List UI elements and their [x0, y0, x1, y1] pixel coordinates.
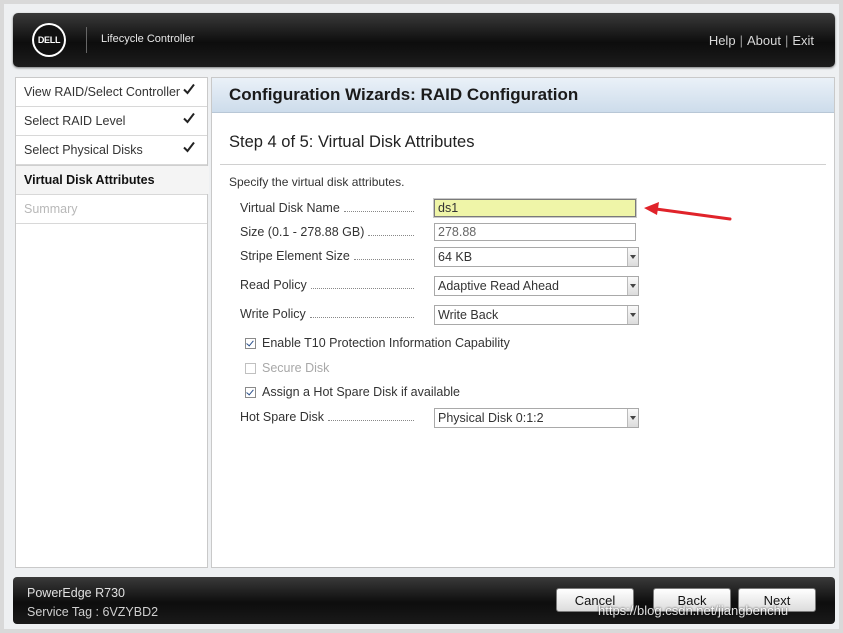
select-value: Physical Disk 0:1:2 [438, 411, 544, 425]
nav-item-select-physical-disks[interactable]: Select Physical Disks [16, 136, 207, 165]
t10-checkbox[interactable] [245, 337, 256, 349]
hot-spare-checkbox-label: Assign a Hot Spare Disk if available [262, 385, 461, 399]
help-link[interactable]: Help [709, 33, 736, 48]
select-value: 64 KB [438, 250, 473, 264]
annotation-arrow-icon [644, 202, 732, 221]
write-policy-select[interactable]: Write Back [434, 305, 639, 325]
hot-spare-checkbox[interactable] [245, 386, 256, 398]
checkmark-icon [183, 141, 195, 153]
stripe-element-size-select[interactable]: 64 KB [434, 247, 639, 267]
checkmark-icon [183, 83, 195, 95]
step-divider [220, 164, 826, 165]
nav-item-select-raid-level[interactable]: Select RAID Level [16, 107, 207, 136]
row-write-policy: Write Policy Write Back [240, 305, 840, 325]
size-label: Size (0.1 - 278.88 GB) [240, 225, 418, 239]
dropdown-arrow-icon[interactable] [627, 277, 638, 295]
step-title: Step 4 of 5: Virtual Disk Attributes [229, 133, 475, 151]
wizard-step-nav: View RAID/Select Controller Select RAID … [15, 77, 209, 568]
checkbox-row-t10: Enable T10 Protection Information Capabi… [245, 336, 510, 350]
row-stripe-element-size: Stripe Element Size 64 KB [240, 247, 840, 267]
server-model: PowerEdge R730 [27, 586, 125, 600]
header-divider [86, 27, 87, 53]
t10-checkbox-label: Enable T10 Protection Information Capabi… [262, 336, 510, 350]
link-separator: | [784, 33, 789, 48]
service-tag: Service Tag : 6VZYBD2 [27, 605, 159, 619]
virtual-disk-name-input[interactable] [433, 198, 637, 218]
checkbox-row-hot-spare: Assign a Hot Spare Disk if available [245, 385, 460, 399]
nav-item-view-raid[interactable]: View RAID/Select Controller [16, 78, 207, 107]
row-virtual-disk-name: Virtual Disk Name [240, 198, 840, 219]
app-header: DELL Lifecycle Controller Help | About | Exi… [13, 13, 835, 67]
exit-link[interactable]: Exit [792, 33, 814, 48]
read-policy-label: Read Policy [240, 278, 418, 292]
virtual-disk-name-label: Virtual Disk Name [240, 201, 418, 215]
secure-disk-checkbox [245, 362, 256, 374]
nav-item-virtual-disk-attributes[interactable]: Virtual Disk Attributes [16, 165, 209, 195]
secure-disk-label: Secure Disk [262, 361, 330, 375]
write-policy-label: Write Policy [240, 307, 418, 321]
dropdown-arrow-icon[interactable] [627, 248, 638, 266]
nav-item-summary: Summary [16, 195, 207, 224]
dropdown-arrow-icon[interactable] [627, 306, 638, 324]
size-input[interactable] [434, 223, 636, 241]
stripe-element-size-label: Stripe Element Size [240, 249, 418, 263]
checkbox-row-secure: Secure Disk [245, 361, 329, 375]
about-link[interactable]: About [747, 33, 781, 48]
select-value: Write Back [438, 308, 499, 322]
nav-item-label: Select Physical Disks [24, 143, 143, 157]
nav-item-label: Virtual Disk Attributes [24, 173, 155, 187]
watermark: https://blog.csdn.net/jiangbenchu [598, 603, 789, 618]
nav-item-label: Select RAID Level [24, 114, 126, 128]
hot-spare-disk-label: Hot Spare Disk [240, 410, 418, 424]
row-hot-spare-disk: Hot Spare Disk Physical Disk 0:1:2 [240, 408, 840, 428]
link-separator: | [739, 33, 743, 48]
main-panel: Configuration Wizards: RAID Configuratio… [211, 77, 835, 568]
nav-item-label: Summary [24, 202, 78, 216]
nav-item-label: View RAID/Select Controller [24, 85, 181, 99]
dropdown-arrow-icon[interactable] [627, 409, 638, 427]
hot-spare-disk-select[interactable]: Physical Disk 0:1:2 [434, 408, 639, 428]
header-links: Help | About | Exit [709, 33, 814, 48]
select-value: Adaptive Read Ahead [438, 279, 559, 293]
checkmark-icon [183, 112, 195, 124]
row-read-policy: Read Policy Adaptive Read Ahead [240, 276, 840, 296]
read-policy-select[interactable]: Adaptive Read Ahead [434, 276, 639, 296]
instructions: Specify the virtual disk attributes. [229, 175, 405, 189]
page-title: Configuration Wizards: RAID Configuratio… [212, 78, 834, 113]
row-size: Size (0.1 - 278.88 GB) [240, 223, 840, 243]
dell-logo: DELL [32, 23, 66, 57]
product-name: Lifecycle Controller [101, 33, 195, 45]
